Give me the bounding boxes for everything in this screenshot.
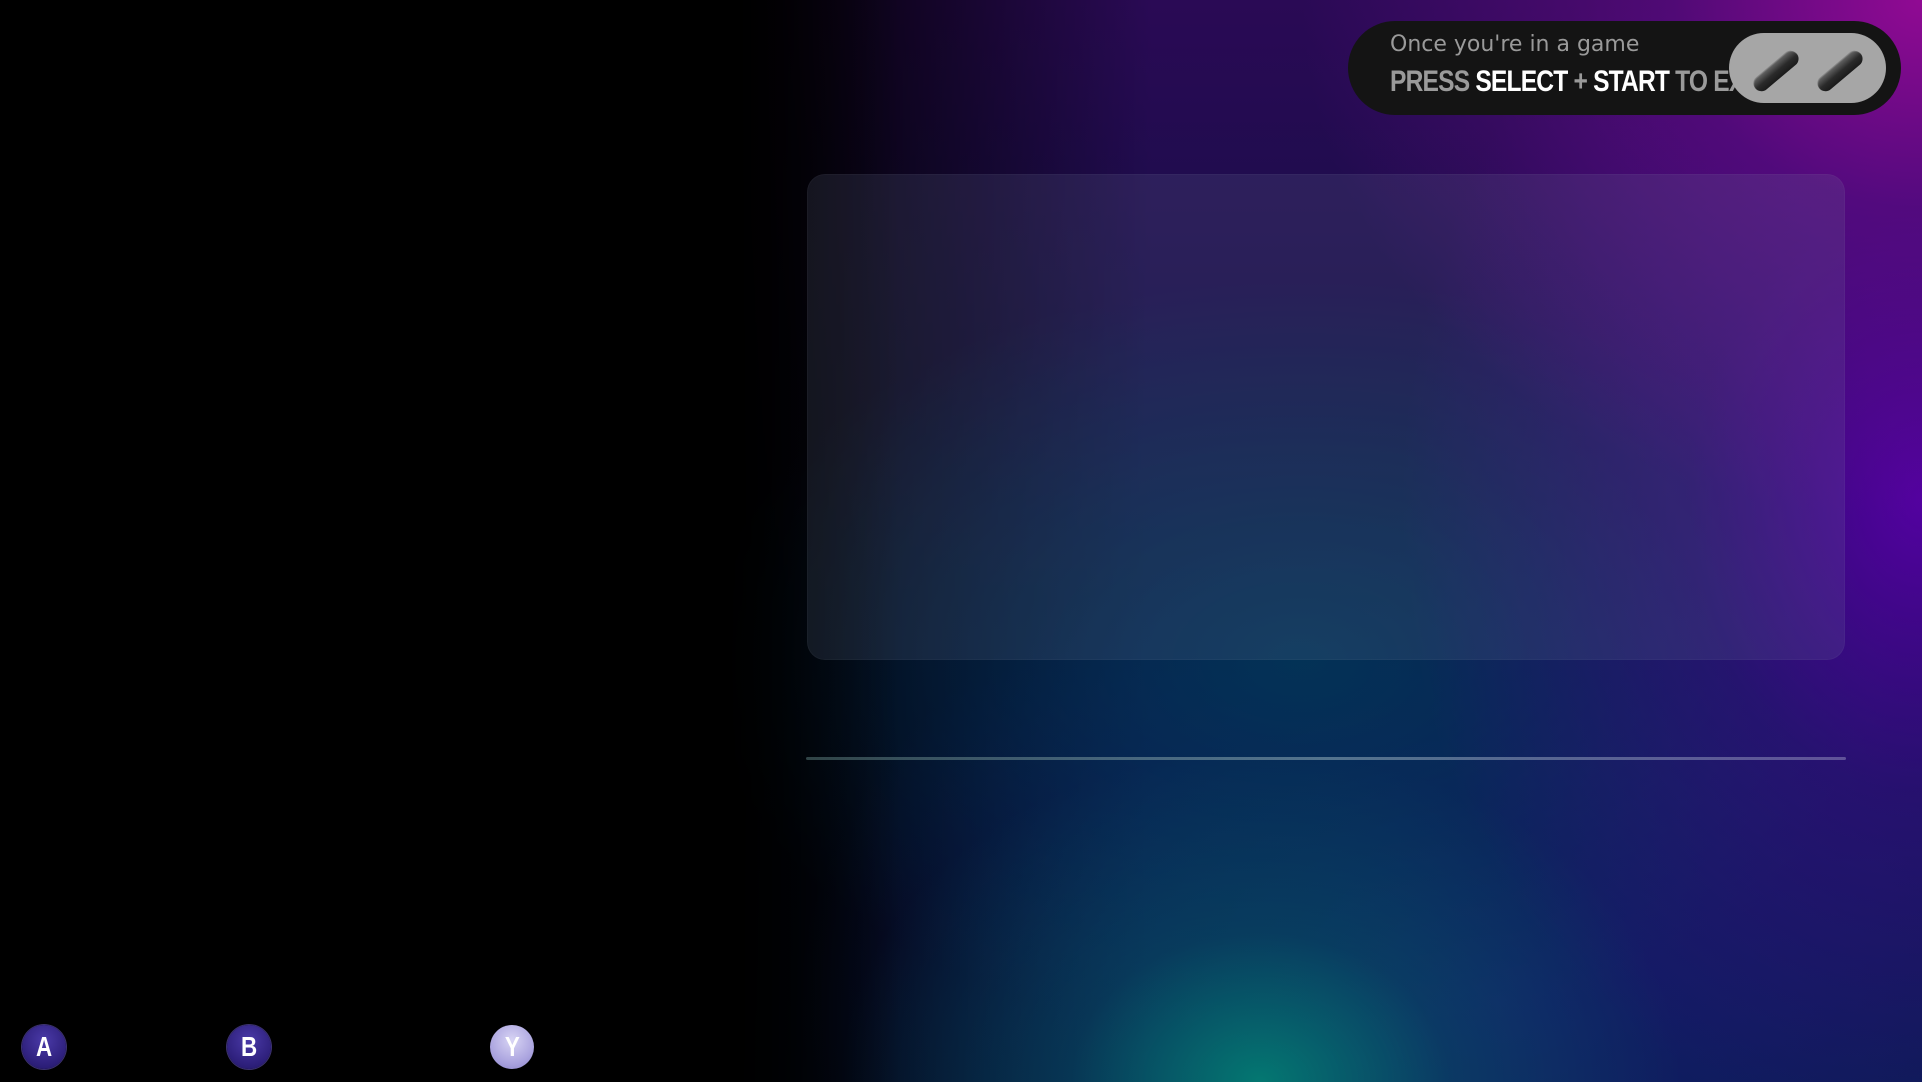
background: Once you're in a game PRESS SELECT + STA… — [0, 0, 1922, 1082]
exit-hint-select: SELECT — [1475, 65, 1568, 98]
background-fade — [0, 0, 900, 1082]
y-button-label: Y — [504, 1031, 520, 1062]
start-button-icon — [1814, 47, 1866, 95]
b-button-label: B — [240, 1031, 258, 1062]
select-start-buttons-icon — [1729, 33, 1886, 103]
game-preview-card — [807, 174, 1845, 660]
exit-hint-press: PRESS — [1390, 65, 1470, 98]
a-button-label: A — [35, 1031, 53, 1062]
select-button-icon — [1750, 47, 1802, 95]
b-button-icon[interactable]: B — [227, 1025, 271, 1069]
exit-hint-instruction: PRESS SELECT + START TO EXIT — [1390, 65, 1765, 99]
exit-hint-start: START — [1593, 65, 1670, 98]
exit-hint-plus: + — [1573, 65, 1588, 98]
exit-hint-subtitle: Once you're in a game — [1390, 32, 1640, 57]
a-button-icon[interactable]: A — [22, 1025, 66, 1069]
exit-hint-banner: Once you're in a game PRESS SELECT + STA… — [1348, 21, 1901, 115]
divider — [806, 757, 1846, 760]
y-button-icon[interactable]: Y — [490, 1025, 534, 1069]
